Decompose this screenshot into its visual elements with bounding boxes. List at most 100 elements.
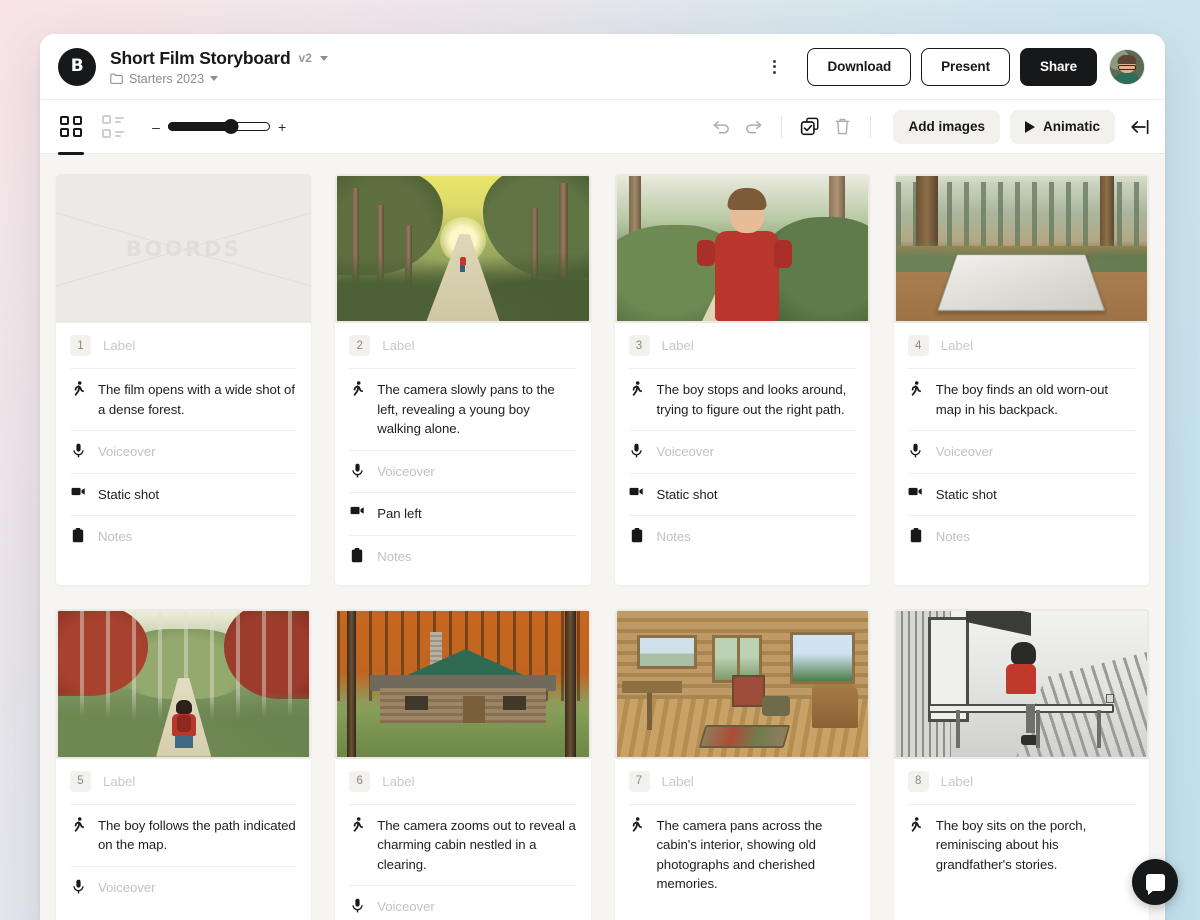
storyboard-card[interactable]: BOORDS 1 Label The film opens with a wid… xyxy=(56,174,311,585)
frame-label-placeholder[interactable]: Label xyxy=(662,338,694,353)
kebab-menu-icon[interactable] xyxy=(761,54,787,80)
action-text: The camera pans across the cabin's inter… xyxy=(657,816,856,894)
frame-voiceover-row[interactable]: Voiceover xyxy=(349,451,576,494)
frame-label-row[interactable]: 3 Label xyxy=(629,323,856,369)
frame-label-placeholder[interactable]: Label xyxy=(382,338,414,353)
frame-fields: 5 Label The boy follows the path indicat… xyxy=(56,759,311,917)
page-title[interactable]: Short Film Storyboard xyxy=(110,48,291,69)
list-icon xyxy=(102,115,124,138)
frame-label-placeholder[interactable]: Label xyxy=(941,774,973,789)
camera-icon xyxy=(629,485,645,497)
frame-voiceover-row[interactable]: Voiceover xyxy=(908,431,1135,474)
frame-label-placeholder[interactable]: Label xyxy=(941,338,973,353)
redo-button[interactable] xyxy=(737,111,769,143)
grid-view-button[interactable] xyxy=(54,110,88,144)
frame-fields: 8 Label The boy sits on the porch, remin… xyxy=(894,759,1149,894)
delete-button[interactable] xyxy=(826,111,858,143)
frame-label-row[interactable]: 2 Label xyxy=(349,323,576,369)
zoom-slider-thumb[interactable] xyxy=(224,119,239,134)
frame-label-row[interactable]: 7 Label xyxy=(629,759,856,805)
storyboard-card[interactable]: 2 Label The camera slowly pans to the le… xyxy=(335,174,590,585)
storyboard-card[interactable]: 8 Label The boy sits on the porch, remin… xyxy=(894,609,1149,920)
frame-notes-row[interactable]: Notes xyxy=(629,516,856,558)
download-button[interactable]: Download xyxy=(807,48,911,86)
camera-text: Static shot xyxy=(98,485,159,505)
frame-action-row[interactable]: The boy stops and looks around, trying t… xyxy=(629,369,856,431)
frame-voiceover-row[interactable]: Voiceover xyxy=(70,431,297,474)
notes-placeholder: Notes xyxy=(657,527,691,547)
avatar-body xyxy=(1112,73,1142,85)
frame-voiceover-row[interactable]: Voiceover xyxy=(70,867,297,909)
animatic-button[interactable]: Animatic xyxy=(1010,110,1115,144)
list-view-button[interactable] xyxy=(96,110,130,144)
redo-icon xyxy=(744,119,763,135)
frame-notes-row[interactable]: Notes xyxy=(70,516,297,558)
view-toggle-group xyxy=(54,110,130,144)
avatar-hair xyxy=(1118,55,1137,64)
frame-label-placeholder[interactable]: Label xyxy=(103,338,135,353)
frame-image[interactable] xyxy=(615,174,870,323)
frame-action-row[interactable]: The film opens with a wide shot of a den… xyxy=(70,369,297,431)
frame-label-row[interactable]: 4 Label xyxy=(908,323,1135,369)
frame-image[interactable] xyxy=(894,609,1149,758)
frame-action-row[interactable]: The boy follows the path indicated on th… xyxy=(70,805,297,867)
intercom-chat-button[interactable] xyxy=(1132,859,1178,905)
frame-notes-row[interactable]: Notes xyxy=(908,516,1135,558)
zoom-in-button[interactable]: + xyxy=(278,119,286,135)
storyboard-card[interactable]: 3 Label The boy stops and looks around, … xyxy=(615,174,870,585)
frame-action-row[interactable]: The boy sits on the porch, reminiscing a… xyxy=(908,805,1135,886)
avatar[interactable] xyxy=(1109,49,1145,85)
collapse-panel-button[interactable] xyxy=(1129,118,1149,136)
frame-image[interactable] xyxy=(615,609,870,758)
frame-action-row[interactable]: The camera pans across the cabin's inter… xyxy=(629,805,856,905)
voiceover-placeholder: Voiceover xyxy=(98,878,155,898)
chevron-down-icon-folder[interactable] xyxy=(210,76,218,81)
frame-camera-row[interactable]: Static shot xyxy=(70,474,297,517)
breadcrumb[interactable]: Starters 2023 xyxy=(110,72,328,86)
frame-label-row[interactable]: 8 Label xyxy=(908,759,1135,805)
clipboard-icon xyxy=(70,527,86,543)
present-button[interactable]: Present xyxy=(921,48,1010,86)
frame-label-placeholder[interactable]: Label xyxy=(382,774,414,789)
boords-logo[interactable]: B xyxy=(58,48,96,86)
frame-image[interactable] xyxy=(894,174,1149,323)
storyboard-card[interactable]: 5 Label The boy follows the path indicat… xyxy=(56,609,311,920)
zoom-out-button[interactable]: – xyxy=(152,119,160,135)
frame-label-placeholder[interactable]: Label xyxy=(662,774,694,789)
storyboard-row-1: BOORDS 1 Label The film opens with a wid… xyxy=(56,174,1149,585)
action-text: The camera zooms out to reveal a charmin… xyxy=(377,816,576,875)
share-button[interactable]: Share xyxy=(1020,48,1097,86)
action-text: The boy follows the path indicated on th… xyxy=(98,816,297,855)
storyboard-card[interactable]: 6 Label The camera zooms out to reveal a… xyxy=(335,609,590,920)
storyboard-card[interactable]: 4 Label The boy finds an old worn-out ma… xyxy=(894,174,1149,585)
frame-notes-row[interactable]: Notes xyxy=(349,536,576,578)
frame-image[interactable] xyxy=(335,174,590,323)
frame-image[interactable] xyxy=(56,609,311,758)
select-all-button[interactable] xyxy=(794,111,826,143)
version-label[interactable]: v2 xyxy=(299,51,312,65)
frame-image-placeholder[interactable]: BOORDS xyxy=(56,174,311,323)
frame-number: 3 xyxy=(629,335,650,356)
frame-image[interactable] xyxy=(335,609,590,758)
chevron-down-icon[interactable] xyxy=(320,56,328,61)
frame-camera-row[interactable]: Static shot xyxy=(908,474,1135,517)
zoom-slider[interactable] xyxy=(168,122,270,132)
frame-voiceover-row[interactable]: Voiceover xyxy=(349,886,576,920)
add-images-button[interactable]: Add images xyxy=(893,110,1000,144)
undo-button[interactable] xyxy=(705,111,737,143)
frame-voiceover-row[interactable]: Voiceover xyxy=(629,431,856,474)
frame-action-row[interactable]: The camera zooms out to reveal a charmin… xyxy=(349,805,576,887)
frame-label-row[interactable]: 6 Label xyxy=(349,759,576,805)
frame-fields: 7 Label The camera pans across the cabin… xyxy=(615,759,870,913)
storyboard-card[interactable]: 7 Label The camera pans across the cabin… xyxy=(615,609,870,920)
frame-label-row[interactable]: 1 Label xyxy=(70,323,297,369)
camera-icon xyxy=(70,485,86,497)
voiceover-placeholder: Voiceover xyxy=(936,442,993,462)
frame-label-row[interactable]: 5 Label xyxy=(70,759,297,805)
frame-action-row[interactable]: The boy finds an old worn-out map in his… xyxy=(908,369,1135,431)
frame-camera-row[interactable]: Pan left xyxy=(349,493,576,536)
frame-action-row[interactable]: The camera slowly pans to the left, reve… xyxy=(349,369,576,451)
action-icon xyxy=(70,816,86,832)
frame-camera-row[interactable]: Static shot xyxy=(629,474,856,517)
frame-label-placeholder[interactable]: Label xyxy=(103,774,135,789)
